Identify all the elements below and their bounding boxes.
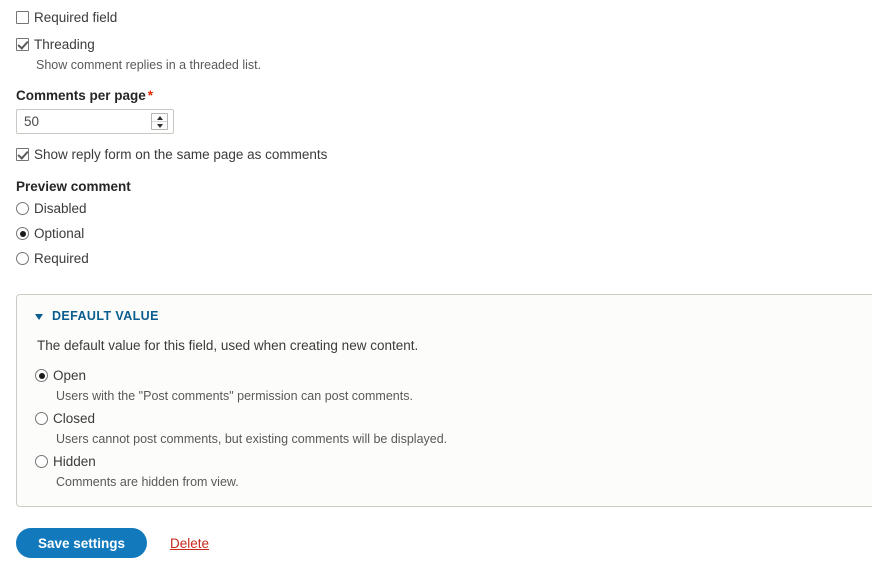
radio-optional[interactable] xyxy=(16,227,29,240)
save-settings-button[interactable]: Save settings xyxy=(16,528,148,558)
required-field-label: Required field xyxy=(34,10,118,25)
radio-disabled[interactable] xyxy=(16,202,29,215)
radio-required[interactable] xyxy=(16,252,29,265)
show-reply-form-checkbox-row[interactable]: Show reply form on the same page as comm… xyxy=(16,146,872,164)
radio-hidden-description: Comments are hidden from view. xyxy=(56,475,239,489)
default-value-option-open: Open Users with the "Post comments" perm… xyxy=(35,367,872,404)
stepper-increment-button[interactable] xyxy=(152,114,167,122)
default-value-legend-label: DEFAULT VALUE xyxy=(52,309,159,323)
preview-comment-option-disabled[interactable]: Disabled xyxy=(16,200,872,218)
default-value-closed-row[interactable]: Closed xyxy=(35,410,872,428)
comments-per-page-label: Comments per page * xyxy=(16,87,872,104)
field-settings-form: Required field Threading Show comment re… xyxy=(0,0,872,567)
radio-closed-description: Users cannot post comments, but existing… xyxy=(56,432,448,446)
preview-comment-option-required[interactable]: Required xyxy=(16,250,872,268)
radio-optional-label: Optional xyxy=(34,226,85,241)
required-field-checkbox[interactable] xyxy=(16,11,29,24)
comments-per-page-input[interactable]: 50 xyxy=(17,110,151,133)
comments-per-page-label-text: Comments per page xyxy=(16,88,146,103)
radio-closed[interactable] xyxy=(35,412,48,425)
radio-open-description: Users with the "Post comments" permissio… xyxy=(56,389,413,403)
threading-checkbox-row[interactable]: Threading xyxy=(16,36,872,54)
delete-link[interactable]: Delete xyxy=(170,536,209,551)
radio-open-label: Open xyxy=(53,368,87,383)
threading-description: Show comment replies in a threaded list. xyxy=(36,58,262,72)
radio-disabled-label: Disabled xyxy=(34,201,87,216)
required-asterisk: * xyxy=(147,88,154,103)
show-reply-form-checkbox[interactable] xyxy=(16,148,29,161)
chevron-down-icon xyxy=(156,123,163,128)
default-value-option-closed: Closed Users cannot post comments, but e… xyxy=(35,410,872,447)
radio-open[interactable] xyxy=(35,369,48,382)
required-field-checkbox-row[interactable]: Required field xyxy=(16,9,872,27)
form-actions: Save settings Delete xyxy=(16,528,209,558)
default-value-open-row[interactable]: Open xyxy=(35,367,872,385)
chevron-up-icon xyxy=(156,115,163,120)
default-value-hidden-row[interactable]: Hidden xyxy=(35,453,872,471)
radio-closed-label: Closed xyxy=(53,411,96,426)
threading-checkbox[interactable] xyxy=(16,38,29,51)
radio-hidden[interactable] xyxy=(35,455,48,468)
radio-hidden-label: Hidden xyxy=(53,454,96,469)
preview-comment-option-optional[interactable]: Optional xyxy=(16,225,872,243)
threading-label: Threading xyxy=(34,37,95,52)
preview-comment-label: Preview comment xyxy=(16,179,131,194)
stepper-decrement-button[interactable] xyxy=(152,122,167,129)
preview-comment-radio-group: Disabled Optional Required xyxy=(16,200,872,268)
default-value-description: The default value for this field, used w… xyxy=(37,338,419,353)
default-value-option-hidden: Hidden Comments are hidden from view. xyxy=(35,453,872,490)
comments-per-page-stepper[interactable]: 50 xyxy=(16,109,174,134)
default-value-fieldset: DEFAULT VALUE The default value for this… xyxy=(16,294,872,507)
show-reply-form-label: Show reply form on the same page as comm… xyxy=(34,147,328,162)
triangle-down-icon xyxy=(35,313,43,320)
default-value-radio-group: Open Users with the "Post comments" perm… xyxy=(35,367,872,490)
default-value-legend-toggle[interactable]: DEFAULT VALUE xyxy=(35,309,872,323)
radio-required-label: Required xyxy=(34,251,89,266)
stepper-spinner[interactable] xyxy=(151,113,168,130)
